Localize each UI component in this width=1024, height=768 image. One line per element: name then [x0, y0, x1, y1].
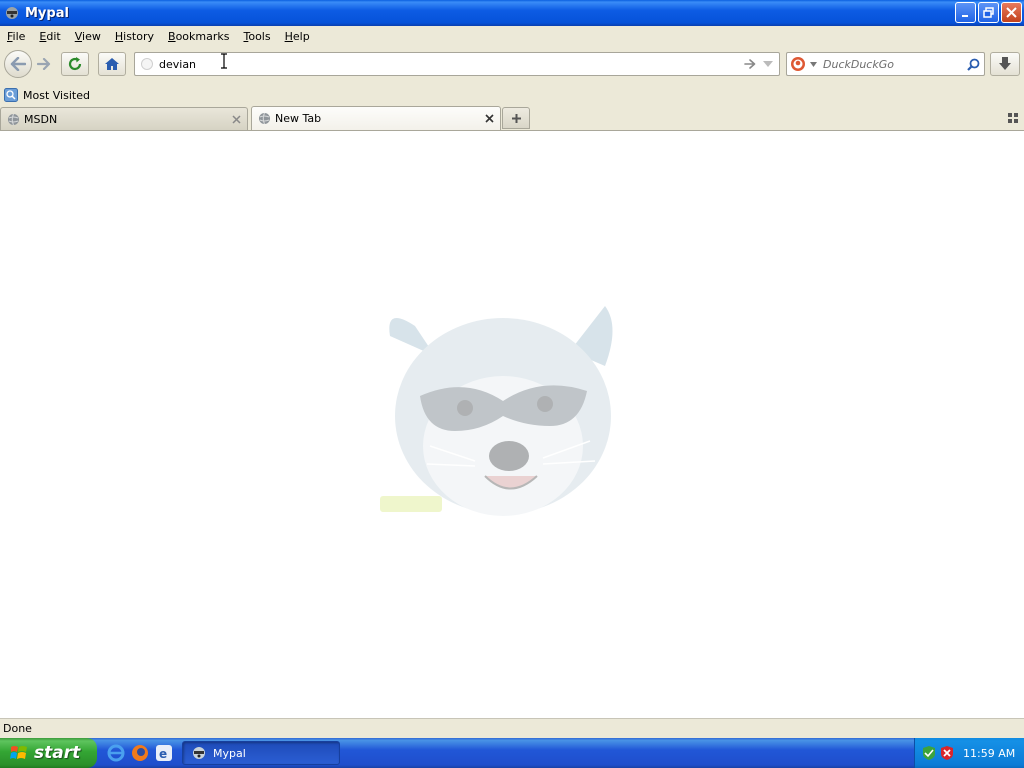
- bookmarks-toolbar: Most Visited: [0, 84, 1024, 106]
- restore-button[interactable]: [978, 2, 999, 23]
- menu-tools[interactable]: Tools: [236, 30, 277, 43]
- close-icon: [231, 114, 241, 124]
- menu-file[interactable]: File: [0, 30, 32, 43]
- url-input[interactable]: [159, 56, 739, 72]
- search-engine-selector[interactable]: [790, 56, 820, 72]
- close-button[interactable]: [1001, 2, 1022, 23]
- tab-new-tab[interactable]: New Tab: [251, 106, 501, 130]
- menu-help-accel: H: [284, 29, 293, 43]
- navigation-toolbar: [0, 46, 1024, 82]
- url-bar[interactable]: [134, 52, 780, 76]
- downloads-button[interactable]: [990, 52, 1020, 76]
- reload-button[interactable]: [61, 52, 89, 76]
- menu-bookmarks-accel: B: [168, 29, 176, 43]
- menu-bookmarks-label: ookmarks: [175, 29, 230, 43]
- start-button[interactable]: start: [0, 738, 97, 768]
- menu-history[interactable]: History: [108, 30, 161, 43]
- back-forward-group: [4, 50, 58, 78]
- browser-e-icon[interactable]: e: [154, 743, 174, 763]
- url-history-dropdown[interactable]: [762, 57, 774, 71]
- home-button[interactable]: [98, 52, 126, 76]
- tab-msdn[interactable]: MSDN: [0, 107, 248, 130]
- tab-label: MSDN: [24, 112, 58, 126]
- firefox-icon[interactable]: [130, 743, 150, 763]
- menu-history-accel: H: [114, 29, 124, 43]
- window-title: Mypal: [25, 5, 69, 21]
- page-content[interactable]: [0, 130, 1024, 718]
- back-arrow-icon: [10, 57, 26, 71]
- bookmark-most-visited[interactable]: Most Visited: [4, 88, 90, 102]
- internet-explorer-icon[interactable]: [106, 743, 126, 763]
- taskbar-mypal-button[interactable]: Mypal: [182, 741, 340, 765]
- status-text: Done: [3, 722, 32, 735]
- windows-flag-icon: [9, 743, 29, 763]
- close-icon: [1006, 7, 1017, 18]
- chevron-down-icon: [763, 61, 773, 67]
- duckduckgo-icon: [791, 57, 805, 71]
- menu-history-label: istory: [123, 29, 155, 43]
- home-icon: [105, 58, 119, 70]
- most-visited-icon: [4, 88, 18, 102]
- system-tray: 11:59 AM: [914, 738, 1024, 768]
- close-icon: [484, 114, 494, 123]
- globe-icon: [257, 112, 271, 126]
- grid-icon: [1008, 113, 1018, 123]
- minimize-icon: [962, 15, 968, 17]
- menu-bookmarks[interactable]: Bookmarks: [161, 30, 236, 43]
- menu-bar: File Edit View History Bookmarks Tools H…: [0, 26, 1024, 46]
- security-alert-icon[interactable]: [939, 745, 955, 761]
- menu-help[interactable]: Help: [278, 30, 317, 43]
- menu-help-label: elp: [292, 29, 310, 43]
- raccoon-mascot-watermark: [380, 306, 613, 516]
- tab-close-button[interactable]: [482, 112, 496, 126]
- download-icon: [999, 57, 1011, 70]
- minimize-button[interactable]: [955, 2, 976, 23]
- search-go-button[interactable]: [966, 57, 980, 71]
- svg-text:e: e: [159, 747, 167, 761]
- go-arrow-icon: [744, 59, 756, 69]
- menu-edit-label: dit: [46, 29, 61, 43]
- clock: 11:59 AM: [963, 746, 1016, 760]
- menu-view-accel: V: [74, 29, 83, 43]
- new-tab-button[interactable]: [502, 107, 530, 129]
- raccoon-app-icon[interactable]: [4, 5, 20, 21]
- site-identity-icon[interactable]: [141, 58, 153, 70]
- network-shield-icon[interactable]: [921, 745, 937, 761]
- menu-view[interactable]: View: [68, 30, 108, 43]
- menu-edit[interactable]: Edit: [32, 30, 67, 43]
- menu-view-label: iew: [82, 29, 101, 43]
- globe-icon: [6, 112, 20, 126]
- forward-button[interactable]: [32, 54, 56, 74]
- list-all-tabs-button[interactable]: [1006, 111, 1020, 125]
- go-button[interactable]: [743, 57, 757, 71]
- restore-icon: [983, 7, 994, 18]
- forward-arrow-icon: [37, 58, 51, 70]
- quick-launch: e: [106, 743, 174, 763]
- text-cursor-icon: [221, 53, 227, 69]
- menu-file-label: ile: [12, 29, 26, 43]
- raccoon-icon: [191, 745, 207, 761]
- title-bar[interactable]: Mypal: [0, 0, 1024, 26]
- most-visited-label: Most Visited: [23, 88, 90, 102]
- status-bar: Done: [0, 718, 1024, 738]
- tab-strip: MSDN New Tab: [0, 106, 1024, 130]
- menu-tools-label: ools: [248, 29, 271, 43]
- taskbar: start e Mypal 11:59 AM: [0, 738, 1024, 768]
- tab-label: New Tab: [275, 112, 322, 125]
- magnifier-icon: [966, 58, 979, 71]
- search-input[interactable]: [823, 56, 963, 72]
- tab-close-button[interactable]: [229, 112, 243, 126]
- engine-dropdown-icon: [810, 61, 817, 67]
- back-button[interactable]: [4, 50, 32, 78]
- start-label: start: [34, 743, 81, 763]
- window-controls: [955, 2, 1022, 23]
- reload-icon: [68, 57, 82, 71]
- plus-icon: [511, 113, 521, 123]
- taskbar-mypal-label: Mypal: [213, 746, 246, 760]
- search-bar[interactable]: [786, 52, 985, 76]
